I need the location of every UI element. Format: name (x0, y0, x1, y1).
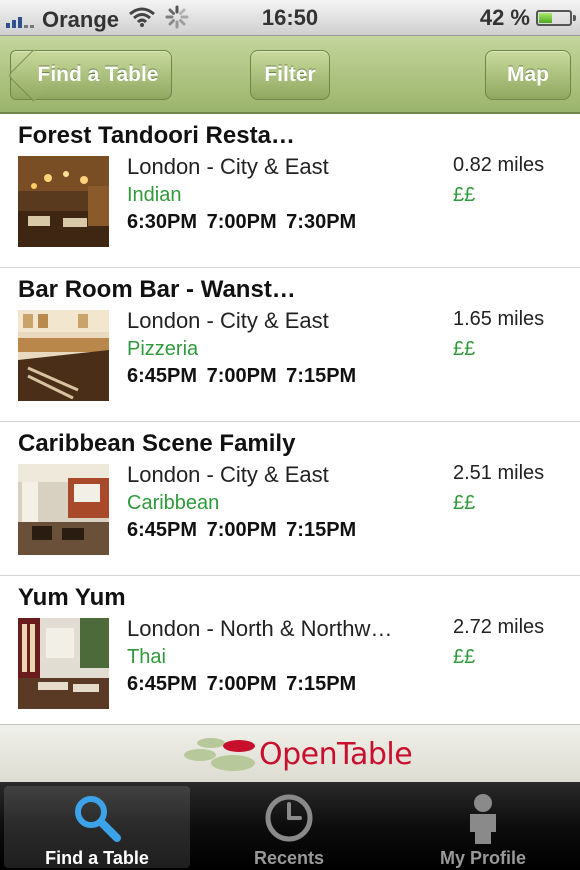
status-bar: Orange 16:50 42 % (0, 0, 580, 36)
available-times: 6:30PM 7:00PM 7:30PM (127, 211, 357, 233)
restaurant-name: Caribbean Scene Family (18, 430, 296, 457)
map-button[interactable]: Map (485, 50, 571, 100)
available-times: 6:45PM 7:00PM 7:15PM (127, 365, 357, 387)
battery-icon (536, 10, 576, 26)
restaurant-cuisine: Caribbean (127, 492, 220, 514)
tab-find-a-table[interactable]: Find a Table (4, 786, 190, 868)
restaurant-name: Forest Tandoori Resta… (18, 122, 295, 149)
price-range: ££ (453, 184, 476, 206)
restaurant-distance: 1.65 miles (453, 308, 545, 330)
restaurant-area: London - City & East (127, 154, 329, 179)
tab-label: Recents (253, 848, 325, 868)
restaurant-distance: 0.82 miles (453, 154, 545, 176)
restaurant-row[interactable]: Caribbean Scene Family London - City & E… (0, 422, 580, 576)
restaurant-cuisine: Indian (127, 184, 182, 206)
clock-icon (196, 792, 382, 844)
tab-recents[interactable]: Recents (196, 786, 382, 868)
back-button[interactable]: Find a Table (7, 49, 172, 102)
restaurant-distance: 2.51 miles (453, 462, 545, 484)
restaurant-cuisine: Thai (127, 646, 166, 668)
restaurant-name: Yum Yum (18, 584, 126, 611)
tab-label: Find a Table (45, 848, 149, 868)
restaurant-row[interactable]: Bar Room Bar - Wanst… London - City & Ea… (0, 268, 580, 422)
tab-bar: Find a Table Recents My Profile (0, 782, 580, 870)
restaurant-area: London - City & East (127, 308, 329, 333)
restaurant-photo (18, 464, 109, 555)
price-range: ££ (453, 338, 476, 360)
wifi-icon (129, 7, 155, 33)
carrier-name: Orange (42, 7, 120, 32)
tab-my-profile[interactable]: My Profile (390, 786, 576, 868)
restaurant-photo (18, 618, 109, 709)
restaurant-photo (18, 156, 109, 247)
available-times: 6:45PM 7:00PM 7:15PM (127, 519, 357, 541)
restaurant-area: London - City & East (127, 462, 329, 487)
filter-button[interactable]: Filter (250, 50, 330, 100)
person-icon (390, 792, 576, 844)
restaurant-photo (18, 310, 109, 401)
opentable-logo: OpenTable (183, 733, 413, 775)
restaurant-cuisine: Pizzeria (127, 338, 199, 360)
activity-spinner-icon (165, 5, 189, 35)
tab-label: My Profile (439, 848, 527, 868)
battery-percentage: 42 % (479, 5, 530, 30)
opentable-logo-text: OpenTable (259, 737, 413, 772)
restaurant-name: Bar Room Bar - Wanst… (18, 276, 296, 303)
search-icon (4, 792, 190, 844)
restaurant-row[interactable]: Forest Tandoori Resta… London - City & E… (0, 114, 580, 268)
available-times: 6:45PM 7:00PM 7:15PM (127, 673, 357, 695)
sponsor-band: OpenTable (0, 724, 580, 782)
restaurant-distance: 2.72 miles (453, 616, 545, 638)
restaurant-area: London - North & Northw… (127, 616, 393, 641)
price-range: ££ (453, 646, 476, 668)
price-range: ££ (453, 492, 476, 514)
restaurant-row[interactable]: Yum Yum London - North & Northw… Thai 6:… (0, 576, 580, 730)
back-button-label: Find a Table (37, 63, 159, 86)
signal-strength-icon (6, 12, 36, 28)
navigation-bar: Find a Table Filter Map (0, 36, 580, 114)
restaurant-list[interactable]: Forest Tandoori Resta… London - City & E… (0, 114, 580, 730)
